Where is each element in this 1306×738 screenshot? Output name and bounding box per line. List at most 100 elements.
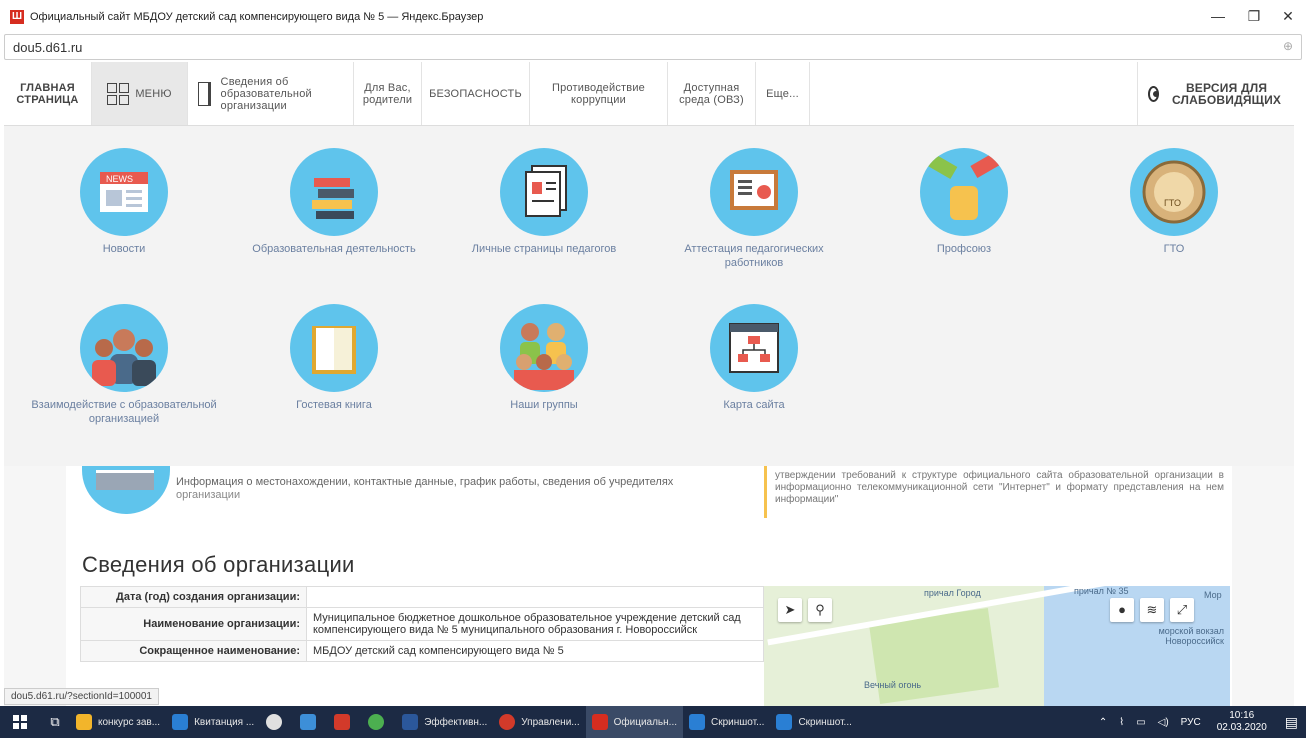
- org-info-table: Дата (год) создания организации: Наимено…: [80, 586, 764, 662]
- taskbar-app[interactable]: Скриншот...: [770, 706, 857, 738]
- taskbar-app-label: Скриншот...: [798, 716, 852, 728]
- nav-more[interactable]: Еще...: [756, 62, 810, 125]
- menu-tile-union[interactable]: Профсоюз: [864, 148, 1064, 256]
- menu-tile-label: Личные страницы педагогов: [471, 243, 617, 255]
- table-value: [306, 586, 764, 608]
- taskbar-app[interactable]: Официальн...: [585, 706, 683, 738]
- taskbar-app[interactable]: Скриншот...: [683, 706, 770, 738]
- menu-tile-news[interactable]: NEWS Новости: [24, 148, 224, 256]
- menu-tile-label: Образовательная деятельность: [252, 243, 416, 255]
- taskbar-app[interactable]: [328, 706, 362, 738]
- menu-tile-interaction[interactable]: Взаимодействие с образовательной организ…: [24, 304, 224, 426]
- people-icon: [80, 304, 168, 392]
- nav-anticorruption[interactable]: Противодействие коррупции: [530, 62, 668, 125]
- media-icon: [266, 714, 283, 730]
- menu-tile-groups[interactable]: Наши группы: [444, 304, 644, 412]
- minimize-button[interactable]: —: [1208, 8, 1228, 24]
- nav-anticorruption-label: Противодействие коррупции: [551, 81, 645, 106]
- battery-icon[interactable]: ▭: [1136, 717, 1145, 728]
- taskbar-app[interactable]: [260, 706, 294, 738]
- svg-text:NEWS: NEWS: [106, 174, 133, 184]
- nav-safety[interactable]: БЕЗОПАСНОСТЬ: [422, 62, 530, 125]
- yandex-icon: [499, 714, 516, 730]
- menu-tile-education[interactable]: Образовательная деятельность: [234, 148, 434, 256]
- menu-tile-gto[interactable]: ГТО ГТО: [1074, 148, 1274, 256]
- close-button[interactable]: ✕: [1278, 8, 1298, 25]
- map-label: причал № 35: [1074, 586, 1129, 596]
- maximize-button[interactable]: ❐: [1244, 8, 1264, 25]
- page-body: Информация о местонахождении, контактные…: [4, 466, 1294, 706]
- menu-tile-label: Профсоюз: [936, 243, 992, 255]
- status-url: dou5.d61.ru/?sectionId=100001: [4, 688, 159, 705]
- window-title: Официальный сайт МБДОУ детский сад компе…: [30, 11, 484, 23]
- notifications-icon[interactable]: ▤: [1285, 714, 1298, 731]
- clock[interactable]: 10:16 02.03.2020: [1217, 710, 1267, 734]
- menu-tile-teachers[interactable]: Личные страницы педагогов: [444, 148, 644, 256]
- nav-low-vision[interactable]: ВЕРСИЯ ДЛЯ СЛАБОВИДЯЩИХ: [1138, 62, 1294, 125]
- taskbar: ⧉ конкурс зав... Квитанция ... Эффективн…: [0, 706, 1306, 738]
- system-tray: ⌃ ⌇ ▭ ◁) РУС 10:16 02.03.2020 ▤: [1093, 706, 1306, 738]
- gto-badge-icon: ГТО: [1130, 148, 1218, 236]
- menu-tile-sitemap[interactable]: Карта сайта: [654, 304, 854, 412]
- nav-menu-label: МЕНЮ: [135, 87, 172, 100]
- content-card: Информация о местонахождении, контактные…: [66, 466, 1232, 706]
- taskbar-app[interactable]: Эффективн...: [396, 706, 493, 738]
- menu-tile-label: Взаимодействие с образовательной организ…: [31, 399, 217, 425]
- legal-note: утверждении требований к структуре офици…: [764, 466, 1232, 518]
- nav-parents[interactable]: Для Вас, родители: [354, 62, 422, 125]
- start-button[interactable]: [0, 706, 40, 738]
- map-fullscreen-icon[interactable]: ⤢: [1170, 598, 1194, 622]
- protect-icon[interactable]: ⊕: [1283, 39, 1293, 53]
- certificate-icon: [710, 148, 798, 236]
- sitemap-icon: [710, 304, 798, 392]
- menu-tile-guestbook[interactable]: Гостевая книга: [234, 304, 434, 412]
- task-view-icon[interactable]: ⧉: [40, 706, 70, 738]
- taskbar-app[interactable]: Управлени...: [493, 706, 585, 738]
- guestbook-icon: [290, 304, 378, 392]
- map-label: Мор: [1204, 590, 1222, 600]
- map-search-icon[interactable]: ⚲: [808, 598, 832, 622]
- url-text[interactable]: dou5.d61.ru: [13, 40, 82, 55]
- table-key: Сокращенное наименование:: [80, 640, 307, 662]
- taskbar-app[interactable]: конкурс зав...: [70, 706, 166, 738]
- nav-menu[interactable]: МЕНЮ: [92, 62, 188, 125]
- nav-low-vision-label: ВЕРСИЯ ДЛЯ СЛАБОВИДЯЩИХ: [1171, 80, 1282, 107]
- map-locate-icon[interactable]: ➤: [778, 598, 802, 622]
- chevron-up-icon[interactable]: ⌃: [1099, 717, 1107, 728]
- volume-icon[interactable]: ◁): [1158, 717, 1169, 728]
- map-label: Вечный огонь: [864, 680, 922, 690]
- union-hands-icon: [920, 148, 1008, 236]
- taskbar-app[interactable]: Квитанция ...: [166, 706, 260, 738]
- map-traffic-icon[interactable]: ●: [1110, 598, 1134, 622]
- site-navbar: ГЛАВНАЯ СТРАНИЦА МЕНЮ Сведения об образо…: [4, 62, 1294, 126]
- address-bar[interactable]: dou5.d61.ru ⊕: [4, 34, 1302, 60]
- book-icon: [198, 81, 211, 106]
- taskbar-app-label: Квитанция ...: [194, 716, 255, 728]
- nav-accessible-env-label: Доступная среда (ОВЗ): [679, 81, 744, 106]
- map-layers-icon[interactable]: ≋: [1140, 598, 1164, 622]
- language-indicator[interactable]: РУС: [1181, 717, 1201, 728]
- info-sub: организации: [176, 489, 241, 501]
- info-text: Информация о местонахождении, контактные…: [176, 476, 674, 488]
- nav-org-info[interactable]: Сведения об образовательной организации: [188, 62, 354, 125]
- windows-icon: [13, 715, 27, 729]
- nav-home[interactable]: ГЛАВНАЯ СТРАНИЦА: [4, 62, 92, 125]
- svg-text:ГТО: ГТО: [1164, 198, 1181, 208]
- table-row: Дата (год) создания организации:: [80, 586, 764, 608]
- location-map[interactable]: причал Город причал № 35 Мор морской вок…: [764, 586, 1230, 706]
- taskbar-app[interactable]: [362, 706, 396, 738]
- network-icon[interactable]: ⌇: [1119, 717, 1124, 728]
- screenshot-icon: [776, 714, 793, 730]
- menu-tile-label: ГТО: [1163, 243, 1185, 255]
- menu-tile-label: Карта сайта: [723, 399, 785, 411]
- nav-accessible-env[interactable]: Доступная среда (ОВЗ): [668, 62, 756, 125]
- menu-tile-attestation[interactable]: Аттестация педагогических работников: [654, 148, 854, 270]
- map-label: морской вокзал Новороссийск: [1158, 626, 1224, 646]
- taskbar-app[interactable]: [294, 706, 328, 738]
- yandex-browser-icon: [591, 714, 608, 730]
- taskbar-app-label: конкурс зав...: [98, 716, 161, 728]
- clock-time: 10:16: [1229, 710, 1255, 721]
- table-key: Наименование организации:: [80, 607, 307, 641]
- folder-icon: [76, 714, 92, 730]
- menu-panel: NEWS Новости Образовательная деятельност…: [4, 126, 1294, 466]
